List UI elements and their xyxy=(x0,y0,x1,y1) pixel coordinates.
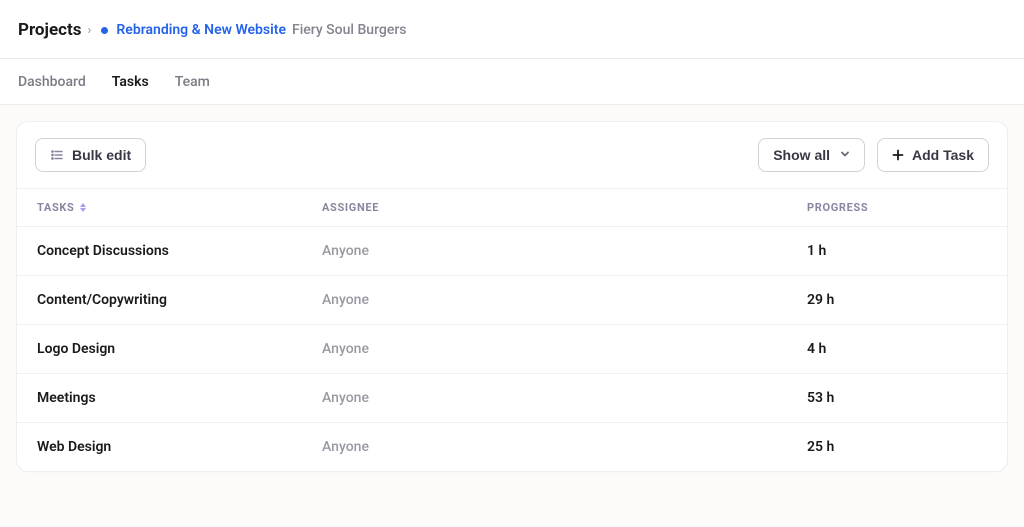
chevron-right-icon: › xyxy=(87,23,91,38)
task-assignee: Anyone xyxy=(322,243,522,259)
toolbar: Bulk edit Show all xyxy=(17,122,1007,188)
table-row[interactable]: Content/Copywriting Anyone 29 h xyxy=(17,276,1007,325)
breadcrumb-root[interactable]: Projects xyxy=(18,20,81,40)
list-icon xyxy=(50,148,64,162)
show-all-button[interactable]: Show all xyxy=(758,138,865,172)
column-header-tasks[interactable]: Tasks xyxy=(37,201,322,214)
task-name: Content/Copywriting xyxy=(37,292,322,308)
task-name: Web Design xyxy=(37,439,322,455)
tabs-nav: Dashboard Tasks Team xyxy=(0,59,1024,105)
column-header-assignee[interactable]: Assignee xyxy=(322,201,522,214)
task-progress: 25 h xyxy=(807,439,987,455)
header: Projects › Rebranding & New Website Fier… xyxy=(0,0,1024,59)
table-header: Tasks Assignee Progress xyxy=(17,188,1007,227)
task-name: Concept Discussions xyxy=(37,243,322,259)
task-progress: 29 h xyxy=(807,292,987,308)
tasks-table: Tasks Assignee Progress Concept Discussi… xyxy=(17,188,1007,471)
task-name: Meetings xyxy=(37,390,322,406)
table-row[interactable]: Web Design Anyone 25 h xyxy=(17,423,1007,471)
tab-tasks[interactable]: Tasks xyxy=(112,74,149,90)
task-progress: 1 h xyxy=(807,243,987,259)
bulk-edit-button[interactable]: Bulk edit xyxy=(35,138,146,172)
task-assignee: Anyone xyxy=(322,390,522,406)
task-progress: 4 h xyxy=(807,341,987,357)
task-assignee: Anyone xyxy=(322,439,522,455)
breadcrumb: Projects › Rebranding & New Website Fier… xyxy=(18,20,1006,40)
task-progress: 53 h xyxy=(807,390,987,406)
sort-icon xyxy=(80,203,86,212)
column-progress-label: Progress xyxy=(807,201,868,214)
column-tasks-label: Tasks xyxy=(37,201,74,214)
bulk-edit-label: Bulk edit xyxy=(72,147,131,163)
plus-icon xyxy=(892,149,904,161)
breadcrumb-project[interactable]: Rebranding & New Website xyxy=(116,22,286,38)
task-name: Logo Design xyxy=(37,341,322,357)
tasks-card: Bulk edit Show all xyxy=(16,121,1008,472)
table-row[interactable]: Concept Discussions Anyone 1 h xyxy=(17,227,1007,276)
column-header-progress[interactable]: Progress xyxy=(807,201,987,214)
show-all-label: Show all xyxy=(773,147,830,163)
chevron-down-icon xyxy=(840,149,850,162)
add-task-button[interactable]: Add Task xyxy=(877,138,989,172)
task-assignee: Anyone xyxy=(322,341,522,357)
table-row[interactable]: Meetings Anyone 53 h xyxy=(17,374,1007,423)
status-dot-icon xyxy=(101,27,108,34)
main-content: Bulk edit Show all xyxy=(0,105,1024,488)
task-assignee: Anyone xyxy=(322,292,522,308)
column-assignee-label: Assignee xyxy=(322,201,379,214)
breadcrumb-client: Fiery Soul Burgers xyxy=(292,22,406,38)
tab-team[interactable]: Team xyxy=(175,74,210,90)
add-task-label: Add Task xyxy=(912,147,974,163)
table-row[interactable]: Logo Design Anyone 4 h xyxy=(17,325,1007,374)
tab-dashboard[interactable]: Dashboard xyxy=(18,74,86,90)
